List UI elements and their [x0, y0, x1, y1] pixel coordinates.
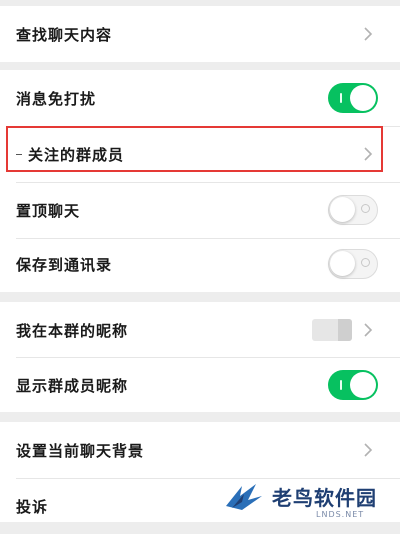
- show-member-nicknames-toggle[interactable]: [328, 370, 378, 400]
- watermark: 老鸟软件园 LNDS.NET: [222, 470, 400, 522]
- chevron-right-icon: [358, 320, 378, 340]
- sticky-top-label: 置顶聊天: [16, 201, 81, 220]
- save-contacts-row: 保存到通讯录: [0, 236, 400, 292]
- watermark-url: LNDS.NET: [316, 510, 365, 519]
- set-background-label: 设置当前聊天背景: [16, 441, 145, 460]
- mute-row: 消息免打扰: [0, 70, 400, 126]
- save-contacts-label: 保存到通讯录: [16, 255, 113, 274]
- search-group: 查找聊天内容: [0, 6, 400, 62]
- save-contacts-toggle[interactable]: [328, 249, 378, 279]
- mute-label: 消息免打扰: [16, 89, 97, 108]
- mute-toggle[interactable]: [328, 83, 378, 113]
- search-chat-row[interactable]: 查找聊天内容: [0, 6, 400, 62]
- my-group-nickname-row[interactable]: 我在本群的昵称: [0, 302, 400, 358]
- bird-logo-icon: [222, 476, 266, 516]
- show-member-nicknames-label: 显示群成员昵称: [16, 376, 129, 395]
- sticky-top-row: 置顶聊天: [0, 182, 400, 238]
- chat-options-group: 消息免打扰 关注的群成员 置顶聊天 保存到通讯录: [0, 70, 400, 292]
- nickname-value-thumbnail: [312, 319, 352, 341]
- search-chat-label: 查找聊天内容: [16, 25, 113, 44]
- highlight-box: [6, 126, 383, 172]
- nickname-group: 我在本群的昵称 显示群成员昵称: [0, 302, 400, 412]
- my-group-nickname-label: 我在本群的昵称: [16, 321, 129, 340]
- watermark-name: 老鸟软件园: [272, 485, 377, 510]
- show-member-nicknames-row: 显示群成员昵称: [0, 357, 400, 413]
- sticky-top-toggle[interactable]: [328, 195, 378, 225]
- chevron-right-icon: [358, 440, 378, 460]
- chevron-right-icon: [358, 24, 378, 44]
